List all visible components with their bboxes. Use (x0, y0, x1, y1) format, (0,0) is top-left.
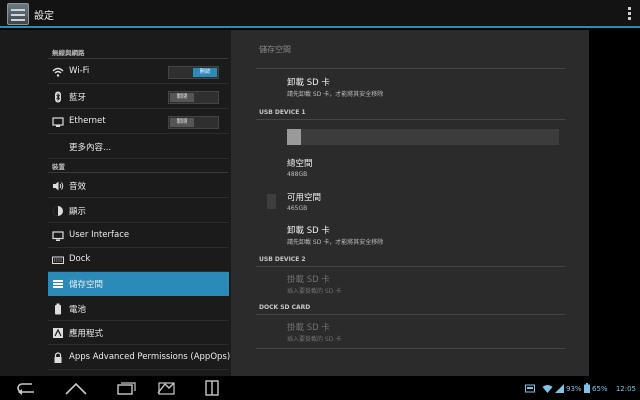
keyboard-icon (52, 254, 64, 266)
divider (256, 314, 565, 315)
sidebar-item-label: Dock (69, 254, 91, 264)
rotate-screen-button[interactable] (152, 380, 180, 396)
monitor-icon (52, 230, 64, 242)
storage-notification-icon (525, 384, 536, 395)
sidebar-item-label: 顯示 (69, 207, 87, 217)
storage-panel: 儲存空間 卸載 SD 卡 請先卸載 SD 卡，才能將其安全移除 USB DEVI… (231, 30, 589, 376)
divider (256, 68, 565, 69)
row-subtitle: 請先卸載 SD 卡，才能將其安全移除 (287, 239, 384, 246)
sidebar-item-storage[interactable]: 儲存空間 (48, 272, 229, 296)
section-header-usb1: USB DEVICE 1 (259, 109, 306, 116)
battery-icon (52, 303, 64, 315)
lock-icon (52, 352, 64, 364)
storage-icon (52, 278, 64, 290)
sidebar-item-label: User Interface (69, 230, 130, 240)
sidebar-item-more[interactable]: 更多內容... (48, 135, 229, 159)
divider (256, 119, 565, 120)
row-subtitle: 請先卸載 SD 卡，才能將其安全移除 (287, 91, 384, 98)
sidebar-item-label: Wi-Fi (69, 66, 90, 76)
sidebar-item-label: 音效 (69, 182, 87, 192)
storage-usage-bar (287, 129, 559, 145)
row-subtitle: 插入要掛載的 SD 卡 (287, 336, 342, 343)
sidebar-item-ethernet[interactable]: Ethernet 關閉 (48, 110, 229, 134)
wifi-icon (52, 66, 64, 78)
sound-icon (52, 180, 64, 192)
bluetooth-toggle[interactable]: 關閉 (168, 91, 219, 104)
ethernet-toggle[interactable]: 關閉 (168, 116, 219, 129)
settings-sidebar: 無線與網路 Wi-Fi 開啟 藍牙 關閉 Ethernet 關閉 更多內容...… (0, 30, 232, 376)
recent-apps-button[interactable] (112, 380, 140, 396)
toggle-label: 關閉 (170, 93, 194, 102)
sidebar-item-label: 電池 (69, 305, 87, 315)
wifi-signal-icon (542, 384, 553, 395)
sidebar-item-battery[interactable]: 電池 (48, 297, 229, 321)
home-button[interactable] (62, 380, 90, 396)
system-nav-bar: 93% 65% 12:05 (0, 376, 640, 400)
sidebar-item-appops[interactable]: Apps Advanced Permissions (AppOps) (48, 346, 231, 370)
sidebar-item-sound[interactable]: 音效 (48, 174, 229, 198)
ethernet-icon (52, 116, 64, 128)
sidebar-item-user-interface[interactable]: User Interface (48, 224, 229, 248)
divider (48, 172, 228, 173)
battery-status-icon (583, 383, 590, 395)
section-header-usb2: USB DEVICE 2 (259, 256, 306, 263)
sidebar-item-bluetooth[interactable]: 藍牙 關閉 (48, 85, 229, 109)
status-area[interactable]: 93% 65% 12:05 (525, 383, 636, 395)
row-title: 可用空間 (287, 193, 322, 203)
sidebar-item-label: Apps Advanced Permissions (AppOps) (69, 352, 231, 362)
section-header-dock: DOCK SD CARD (259, 304, 311, 311)
sidebar-item-label: Ethernet (69, 116, 106, 126)
row-value: 488GB (287, 171, 308, 178)
battery-percentage: 65% (592, 385, 608, 393)
sidebar-item-label: 應用程式 (69, 329, 104, 339)
row-title: 掛載 SD 卡 (287, 275, 330, 285)
page-title: 設定 (34, 11, 54, 22)
row-title: 總空間 (287, 159, 313, 169)
sidebar-item-label: 更多內容... (69, 143, 112, 153)
bluetooth-icon (52, 91, 64, 103)
row-subtitle: 插入要掛載的 SD 卡 (287, 288, 342, 295)
back-button[interactable] (12, 380, 40, 396)
action-bar: 設定 (0, 0, 640, 28)
toggle-label: 關閉 (170, 118, 194, 127)
row-title: 卸載 SD 卡 (287, 78, 330, 88)
row-title: 掛載 SD 卡 (287, 323, 330, 333)
apps-icon (52, 327, 64, 339)
section-header-wireless: 無線與網路 (52, 49, 85, 57)
divider (48, 58, 228, 59)
sidebar-item-dock[interactable]: Dock (48, 248, 229, 272)
sidebar-item-wifi[interactable]: Wi-Fi 開啟 (48, 60, 229, 84)
usage-fill (287, 129, 301, 145)
available-color-swatch (267, 194, 276, 209)
divider (256, 348, 565, 349)
display-icon (52, 205, 64, 217)
section-header-device: 裝置 (52, 163, 65, 171)
wifi-toggle[interactable]: 開啟 (168, 66, 219, 79)
signal-strength-icon (554, 383, 564, 395)
split-screen-button[interactable] (198, 380, 226, 396)
panel-title: 儲存空間 (259, 45, 291, 54)
settings-app-icon[interactable] (7, 3, 29, 25)
divider (256, 266, 565, 267)
sidebar-item-display[interactable]: 顯示 (48, 199, 229, 223)
clock: 12:05 (615, 385, 636, 393)
row-title: 卸載 SD 卡 (287, 226, 330, 236)
wifi-percentage: 93% (565, 385, 582, 393)
sidebar-item-label: 儲存空間 (69, 280, 104, 290)
sidebar-item-apps[interactable]: 應用程式 (48, 321, 229, 345)
toggle-label: 開啟 (193, 68, 217, 77)
overflow-menu-icon[interactable] (628, 7, 632, 21)
sidebar-item-label: 藍牙 (69, 93, 87, 103)
row-value: 465GB (287, 205, 308, 212)
